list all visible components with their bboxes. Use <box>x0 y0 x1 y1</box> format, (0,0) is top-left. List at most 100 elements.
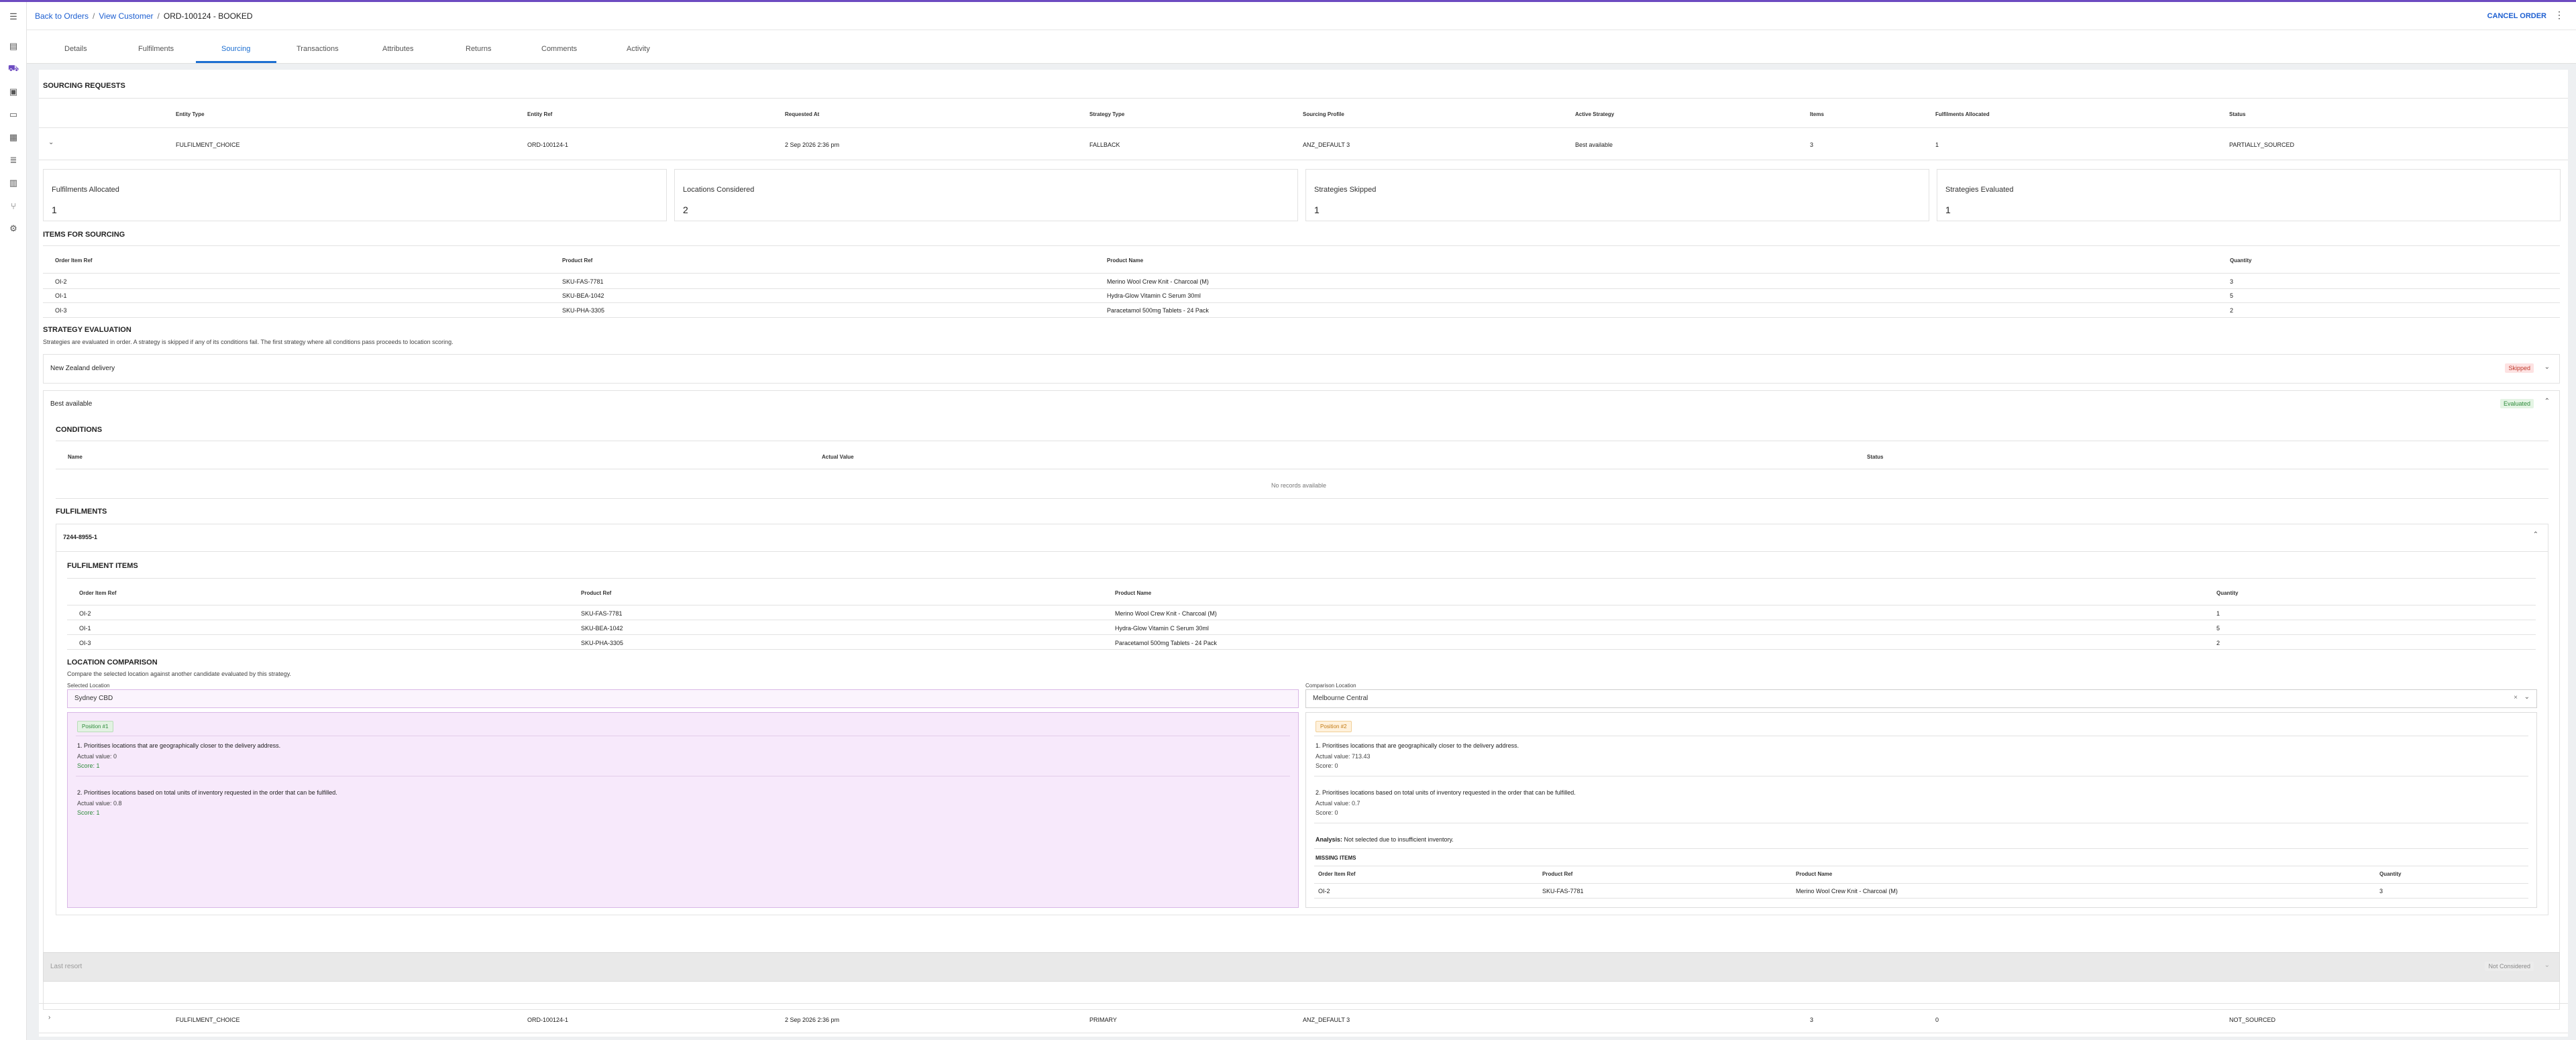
divider <box>1314 898 2528 899</box>
divider <box>43 288 2560 289</box>
table-cell: Paracetamol 500mg Tablets - 24 Pack <box>1107 307 1209 314</box>
fulfilment-ref[interactable]: 7244-8955-1 <box>63 534 97 540</box>
rule-text: 2. Prioritises locations based on total … <box>1316 789 1576 796</box>
col-product-ref: Product Ref <box>562 257 593 264</box>
chevron-down-icon[interactable]: ⌄ <box>2544 363 2550 371</box>
chevron-down-icon[interactable]: ⌄ <box>2524 693 2530 701</box>
col-product-ref: Product Ref <box>1542 871 1573 877</box>
tab-returns[interactable]: Returns <box>466 45 492 53</box>
clear-icon[interactable]: × <box>2514 694 2518 701</box>
analysis: Analysis: Not selected due to insufficie… <box>1316 836 1454 843</box>
col-requested-at: Requested At <box>785 111 820 117</box>
divider <box>56 498 2548 499</box>
position-badge: Position #1 <box>77 721 113 732</box>
branch-icon[interactable]: ⑂ <box>7 199 20 213</box>
strategy-row-new-zealand[interactable]: New Zealand delivery Skipped ⌄ <box>43 354 2560 384</box>
table-cell: Merino Wool Crew Knit - Charcoal (M) <box>1107 278 1209 285</box>
col-sourcing-profile: Sourcing Profile <box>1303 111 1344 117</box>
tab-attributes[interactable]: Attributes <box>382 45 413 53</box>
col-quantity: Quantity <box>2230 257 2252 264</box>
rule-actual: Actual value: 0.8 <box>77 800 122 807</box>
cart-icon[interactable]: ⛟ <box>7 62 20 76</box>
table-cell: PRIMARY <box>1089 1017 1117 1023</box>
table-cell: OI-2 <box>55 278 67 285</box>
table-cell: Hydra-Glow Vitamin C Serum 30ml <box>1107 292 1201 299</box>
strategy-evaluation-description: Strategies are evaluated in order. A str… <box>43 339 453 345</box>
table-cell: 2 <box>2230 307 2234 314</box>
metric-value: 1 <box>1945 205 1951 215</box>
conditions-title: CONDITIONS <box>56 426 103 434</box>
sourcing-requests-title: SOURCING REQUESTS <box>43 82 125 90</box>
metric-card: Strategies Evaluated 1 <box>1937 169 2561 221</box>
list-icon[interactable]: ≣ <box>7 154 20 167</box>
comparison-location-select[interactable]: Melbourne Central × ⌄ <box>1305 689 2537 708</box>
menu-icon[interactable]: ☰ <box>7 10 20 23</box>
metric-card: Strategies Skipped 1 <box>1305 169 1929 221</box>
tab-comments[interactable]: Comments <box>541 45 577 53</box>
chevron-up-icon[interactable]: ⌃ <box>2544 398 2550 405</box>
divider <box>43 317 2560 318</box>
col-product-ref: Product Ref <box>581 590 612 596</box>
truck-icon[interactable]: ▭ <box>7 108 20 121</box>
breadcrumb: Back to Orders / View Customer / ORD-100124 … <box>35 11 253 21</box>
metric-card: Fulfilments Allocated 1 <box>43 169 667 221</box>
selected-location-panel: Position #1 1. Prioritises locations tha… <box>67 712 1299 908</box>
strategy-row-last-resort[interactable]: Last resort Not Considered ⌄ <box>43 952 2560 982</box>
chevron-down-icon[interactable]: ⌄ <box>2544 962 2550 969</box>
table-cell: SKU-PHA-3305 <box>562 307 605 314</box>
divider <box>39 127 2568 128</box>
col-items: Items <box>1810 111 1824 117</box>
comparison-location-value: Melbourne Central <box>1313 695 1368 702</box>
strategy-row-best-available: Best available Evaluated ⌃ CONDITIONS Na… <box>43 390 2560 1010</box>
table-cell: OI-1 <box>55 292 67 299</box>
strategy-name: New Zealand delivery <box>50 365 115 372</box>
table-cell: SKU-BEA-1042 <box>581 625 623 632</box>
table-cell: ORD-100124-1 <box>527 141 569 148</box>
table-cell: OI-2 <box>1318 888 1330 894</box>
divider <box>56 551 2548 552</box>
box-icon[interactable]: ▣ <box>7 85 20 99</box>
col-entity-ref: Entity Ref <box>527 111 553 117</box>
table-cell: SKU-FAS-7781 <box>581 610 623 617</box>
breadcrumb-back-link[interactable]: Back to Orders <box>35 11 89 21</box>
cancel-order-button[interactable]: CANCEL ORDER <box>2487 12 2546 20</box>
gear-icon[interactable]: ⚙ <box>7 222 20 235</box>
table-cell: NOT_SOURCED <box>2229 1017 2276 1023</box>
metric-value: 2 <box>683 205 688 215</box>
table-cell: SKU-PHA-3305 <box>581 640 624 646</box>
analysis-text: Not selected due to insufficient invento… <box>1344 836 1454 843</box>
layers-icon[interactable]: ▥ <box>7 176 20 190</box>
divider <box>1314 883 2528 884</box>
table-cell: 5 <box>2230 292 2234 299</box>
divider <box>43 273 2560 274</box>
tab-sourcing[interactable]: Sourcing <box>221 45 250 53</box>
missing-items-title: MISSING ITEMS <box>1316 855 1356 861</box>
col-order-item-ref: Order Item Ref <box>79 590 117 596</box>
chevron-up-icon[interactable]: ⌃ <box>2533 531 2538 538</box>
list-icon[interactable]: ▤ <box>7 40 20 53</box>
metric-label: Fulfilments Allocated <box>52 186 119 194</box>
kebab-icon[interactable]: ⋮ <box>2555 9 2564 21</box>
rule-actual: Actual value: 0 <box>77 753 117 760</box>
tab-details[interactable]: Details <box>64 45 87 53</box>
tab-transactions[interactable]: Transactions <box>297 45 339 53</box>
col-order-item-ref: Order Item Ref <box>1318 871 1356 877</box>
strategy-name[interactable]: Best available <box>50 400 92 408</box>
tab-fulfilments[interactable]: Fulfilments <box>138 45 174 53</box>
breadcrumb-customer-link[interactable]: View Customer <box>99 11 153 21</box>
col-order-item-ref: Order Item Ref <box>55 257 93 264</box>
location-comparison-title: LOCATION COMPARISON <box>67 658 158 667</box>
tab-activity[interactable]: Activity <box>627 45 650 53</box>
divider <box>1314 848 2528 849</box>
metric-label: Locations Considered <box>683 186 755 194</box>
metric-label: Strategies Skipped <box>1314 186 1377 194</box>
col-quantity: Quantity <box>2216 590 2239 596</box>
grid-icon[interactable]: ▦ <box>7 131 20 144</box>
chevron-right-icon[interactable]: › <box>48 1014 50 1021</box>
chevron-down-icon[interactable]: ⌄ <box>48 139 54 146</box>
table-cell: Merino Wool Crew Knit - Charcoal (M) <box>1796 888 1898 894</box>
rule-text: 2. Prioritises locations based on total … <box>77 789 337 796</box>
table-cell: FULFILMENT_CHOICE <box>176 141 240 148</box>
metric-label: Strategies Evaluated <box>1945 186 2014 194</box>
divider <box>67 649 2536 650</box>
